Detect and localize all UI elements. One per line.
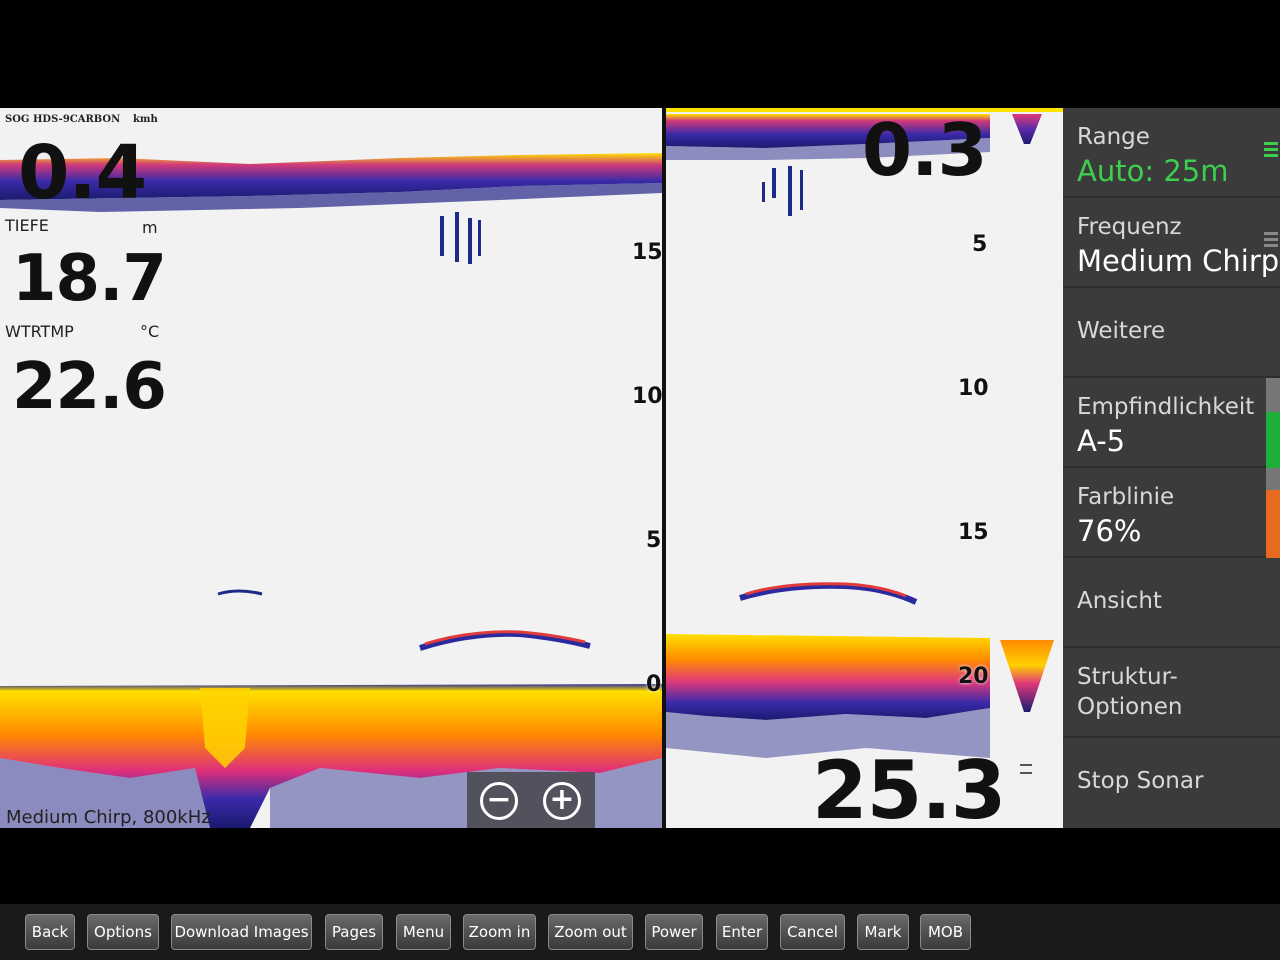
right-sonar-pane[interactable]: 0.3 5 10 15 20 25.3 xyxy=(666,108,1063,828)
pages-button[interactable]: Pages xyxy=(325,914,383,950)
range-value: Auto: 25m xyxy=(1077,154,1229,188)
sensitivity-value: A-5 xyxy=(1077,424,1126,458)
zoom-in-key[interactable]: Zoom in xyxy=(463,914,536,950)
left-scale-0: 0 xyxy=(646,672,662,697)
view-label: Ansicht xyxy=(1077,588,1162,614)
sensitivity-label: Empfindlichkeit xyxy=(1077,394,1255,420)
colorline-value: 76% xyxy=(1077,514,1142,548)
right-top-value: 0.3 xyxy=(862,108,988,192)
options-button[interactable]: Options xyxy=(87,914,159,950)
colorline-slider-track[interactable] xyxy=(1266,468,1280,490)
frequency-menu-label: Frequenz xyxy=(1077,214,1182,240)
mob-button[interactable]: MOB xyxy=(920,914,971,950)
soft-key-bar: Back Options Download Images Pages Menu … xyxy=(0,904,1280,960)
menu-item-structure-options[interactable]: Struktur- Optionen xyxy=(1063,648,1280,738)
water-temp-value: 22.6 xyxy=(12,350,167,424)
sensitivity-slider-track[interactable] xyxy=(1266,378,1280,412)
left-scale-5: 5 xyxy=(646,528,662,553)
sensitivity-slider-fill[interactable] xyxy=(1266,412,1280,468)
download-images-button[interactable]: Download Images xyxy=(171,914,312,950)
more-label: Weitere xyxy=(1077,318,1166,344)
menu-item-more[interactable]: Weitere xyxy=(1063,288,1280,378)
left-scale-10: 10 xyxy=(632,384,662,409)
right-scale-5: 5 xyxy=(972,232,988,257)
colorline-label: Farblinie xyxy=(1077,484,1175,510)
back-button[interactable]: Back xyxy=(25,914,75,950)
sog-unit: kmh xyxy=(133,114,158,125)
sonar-screen: SOG HDS-9CARBON kmh 0.4 TIEFE m 18.7 WTR… xyxy=(0,108,1280,828)
water-temp-label: WTRTMP xyxy=(5,322,74,341)
frequency-label: Medium Chirp, 800kHz xyxy=(6,807,211,828)
sog-label: SOG HDS-9CARBON xyxy=(5,114,121,125)
left-scale-15: 15 xyxy=(632,240,662,265)
side-menu: Range Auto: 25m Frequenz Medium Chirp We… xyxy=(1063,108,1280,828)
sog-value: 0.4 xyxy=(18,130,147,216)
stop-sonar-label: Stop Sonar xyxy=(1077,768,1204,794)
depth-unit: m xyxy=(142,218,158,237)
power-button[interactable]: Power xyxy=(645,914,703,950)
menu-item-stop-sonar[interactable]: Stop Sonar xyxy=(1063,738,1280,828)
colorline-slider-fill[interactable] xyxy=(1266,490,1280,558)
zoom-in-button[interactable]: + xyxy=(543,782,581,820)
menu-item-range[interactable]: Range Auto: 25m xyxy=(1063,108,1280,198)
depth-label: TIEFE xyxy=(5,216,49,235)
depth-value: 18.7 xyxy=(12,242,167,316)
cancel-button[interactable]: Cancel xyxy=(780,914,845,950)
range-grip-icon xyxy=(1264,142,1278,160)
frequency-grip-icon xyxy=(1264,232,1278,250)
menu-item-frequency[interactable]: Frequenz Medium Chirp xyxy=(1063,198,1280,288)
right-scale-15: 15 xyxy=(958,520,989,545)
zoom-out-button[interactable]: − xyxy=(480,782,518,820)
mark-button[interactable]: Mark xyxy=(857,914,909,950)
left-sonar-pane[interactable]: SOG HDS-9CARBON kmh 0.4 TIEFE m 18.7 WTR… xyxy=(0,108,662,828)
menu-button[interactable]: Menu xyxy=(396,914,451,950)
enter-button[interactable]: Enter xyxy=(716,914,768,950)
left-sonar-image xyxy=(0,153,662,828)
water-temp-unit: °C xyxy=(140,322,160,341)
right-sonar-image xyxy=(666,108,1063,774)
frequency-menu-value: Medium Chirp xyxy=(1077,244,1280,278)
zoom-controls: − + xyxy=(467,772,595,828)
structure-options-label: Optionen xyxy=(1077,694,1183,720)
menu-item-sensitivity[interactable]: Empfindlichkeit A-5 xyxy=(1063,378,1280,468)
zoom-out-key[interactable]: Zoom out xyxy=(548,914,633,950)
menu-item-colorline[interactable]: Farblinie 76% xyxy=(1063,468,1280,558)
right-bottom-value: 25.3 xyxy=(812,744,1006,828)
right-scale-10: 10 xyxy=(958,376,989,401)
range-label: Range xyxy=(1077,124,1150,150)
right-scale-20: 20 xyxy=(958,664,989,689)
menu-item-view[interactable]: Ansicht xyxy=(1063,558,1280,648)
structure-label: Struktur- xyxy=(1077,664,1178,690)
